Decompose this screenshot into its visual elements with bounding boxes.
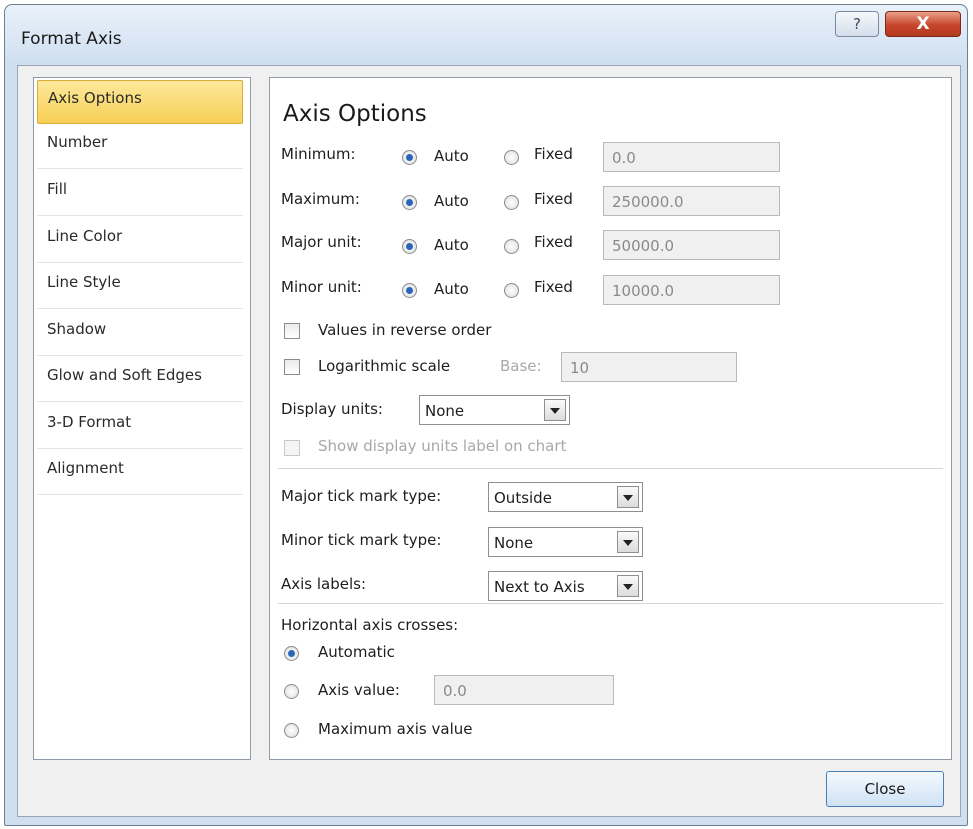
- nav-item-fill[interactable]: Fill: [37, 172, 243, 216]
- major-tick-value: Outside: [494, 489, 552, 507]
- minor-unit-value-input[interactable]: 10000.0: [603, 275, 780, 305]
- minor-tick-label: Minor tick mark type:: [281, 531, 442, 549]
- reverse-order-label[interactable]: Values in reverse order: [318, 321, 491, 339]
- divider: [278, 468, 943, 469]
- panel-heading: Axis Options: [283, 101, 427, 127]
- major-unit-value-input[interactable]: 50000.0: [603, 230, 780, 260]
- maximum-auto-radio[interactable]: [402, 195, 417, 210]
- title-bar[interactable]: Format Axis ? X: [5, 5, 967, 65]
- category-list: Axis Options Number Fill Line Color Line…: [33, 77, 251, 760]
- crosses-axis-value-radio[interactable]: [284, 684, 299, 699]
- format-axis-dialog: Format Axis ? X Axis Options Number Fill…: [4, 4, 968, 826]
- dialog-body: Axis Options Number Fill Line Color Line…: [17, 65, 961, 817]
- minor-unit-label: Minor unit:: [281, 278, 362, 296]
- base-value-input[interactable]: 10: [561, 352, 737, 382]
- maximum-value-input[interactable]: 250000.0: [603, 186, 780, 216]
- nav-item-line-style[interactable]: Line Style: [37, 265, 243, 309]
- major-unit-fixed-label[interactable]: Fixed: [534, 233, 573, 251]
- chevron-down-icon[interactable]: [617, 486, 639, 508]
- crosses-axis-value-label[interactable]: Axis value:: [318, 681, 400, 699]
- crosses-axis-value-input[interactable]: 0.0: [434, 675, 614, 705]
- axis-labels-value: Next to Axis: [494, 578, 585, 596]
- nav-item-line-color[interactable]: Line Color: [37, 219, 243, 263]
- axis-crosses-label: Horizontal axis crosses:: [281, 616, 459, 634]
- nav-item-number[interactable]: Number: [37, 125, 243, 169]
- display-units-value: None: [425, 402, 465, 420]
- help-button[interactable]: ?: [835, 11, 879, 37]
- show-units-label-text: Show display units label on chart: [318, 437, 567, 455]
- display-units-select[interactable]: None: [419, 395, 570, 425]
- major-unit-label: Major unit:: [281, 233, 362, 251]
- logarithmic-scale-label[interactable]: Logarithmic scale: [318, 357, 450, 375]
- dialog-title: Format Axis: [21, 29, 122, 49]
- logarithmic-scale-checkbox[interactable]: [284, 359, 300, 375]
- minor-unit-fixed-radio[interactable]: [504, 283, 519, 298]
- minor-unit-auto-label[interactable]: Auto: [434, 280, 469, 298]
- minimum-fixed-label[interactable]: Fixed: [534, 145, 573, 163]
- maximum-fixed-radio[interactable]: [504, 195, 519, 210]
- major-tick-select[interactable]: Outside: [488, 482, 643, 512]
- minimum-auto-label[interactable]: Auto: [434, 147, 469, 165]
- nav-item-glow-soft-edges[interactable]: Glow and Soft Edges: [37, 358, 243, 402]
- nav-item-axis-options[interactable]: Axis Options: [37, 80, 243, 124]
- base-label: Base:: [500, 357, 542, 375]
- close-window-button[interactable]: X: [885, 11, 961, 37]
- nav-item-3d-format[interactable]: 3-D Format: [37, 405, 243, 449]
- minor-tick-value: None: [494, 534, 534, 552]
- chevron-down-icon[interactable]: [617, 531, 639, 553]
- major-tick-label: Major tick mark type:: [281, 487, 442, 505]
- axis-labels-select[interactable]: Next to Axis: [488, 571, 643, 601]
- close-button[interactable]: Close: [826, 771, 944, 807]
- major-unit-auto-label[interactable]: Auto: [434, 236, 469, 254]
- minimum-label: Minimum:: [281, 145, 356, 163]
- minor-unit-fixed-label[interactable]: Fixed: [534, 278, 573, 296]
- axis-labels-label: Axis labels:: [281, 575, 367, 593]
- reverse-order-checkbox[interactable]: [284, 323, 300, 339]
- minimum-fixed-radio[interactable]: [504, 150, 519, 165]
- axis-options-panel: Axis Options Minimum: Auto Fixed 0.0 Max…: [269, 77, 952, 760]
- show-units-label-checkbox: [284, 440, 300, 456]
- nav-item-shadow[interactable]: Shadow: [37, 312, 243, 356]
- minimum-value-input[interactable]: 0.0: [603, 142, 780, 172]
- crosses-maximum-radio[interactable]: [284, 723, 299, 738]
- nav-item-alignment[interactable]: Alignment: [37, 451, 243, 495]
- chevron-down-icon[interactable]: [617, 575, 639, 597]
- maximum-auto-label[interactable]: Auto: [434, 192, 469, 210]
- display-units-label: Display units:: [281, 400, 383, 418]
- minimum-auto-radio[interactable]: [402, 150, 417, 165]
- major-unit-fixed-radio[interactable]: [504, 239, 519, 254]
- crosses-automatic-radio[interactable]: [284, 646, 299, 661]
- major-unit-auto-radio[interactable]: [402, 239, 417, 254]
- minor-tick-select[interactable]: None: [488, 527, 643, 557]
- maximum-fixed-label[interactable]: Fixed: [534, 190, 573, 208]
- crosses-maximum-label[interactable]: Maximum axis value: [318, 720, 472, 738]
- crosses-automatic-label[interactable]: Automatic: [318, 643, 395, 661]
- maximum-label: Maximum:: [281, 190, 360, 208]
- minor-unit-auto-radio[interactable]: [402, 283, 417, 298]
- divider: [278, 603, 943, 604]
- chevron-down-icon[interactable]: [544, 399, 566, 421]
